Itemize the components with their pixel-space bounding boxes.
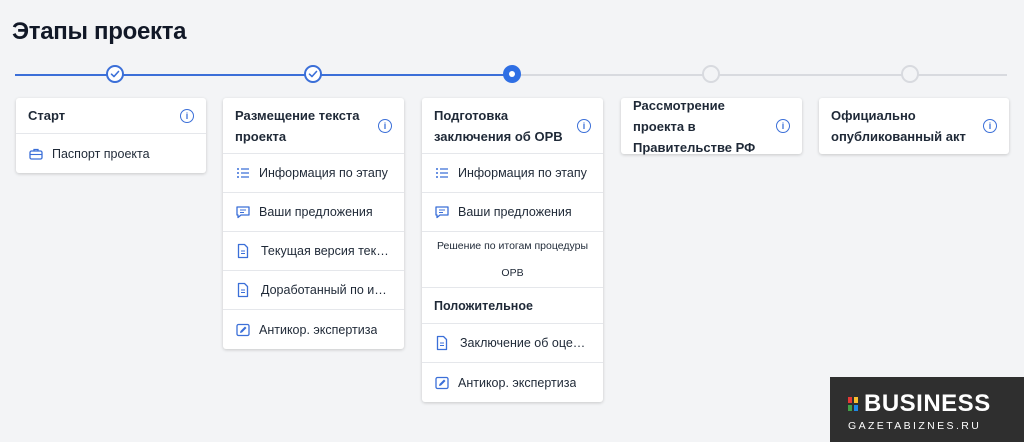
stage-item-passport[interactable]: Паспорт проекта [16, 134, 206, 173]
stage-item-proposals[interactable]: Ваши предложения [422, 193, 603, 232]
stage-card-header: Подготовка заключения об ОРВ i [422, 98, 603, 154]
timeline-node-published [901, 65, 919, 83]
stage-item-revised[interactable]: Доработанный по ито... [223, 271, 404, 310]
stage-card-header: Старт i [16, 98, 206, 134]
timeline-node-government [702, 65, 720, 83]
info-icon[interactable]: i [983, 119, 997, 133]
stage-item-assessment[interactable]: Заключение об оценк... [422, 324, 603, 363]
watermark-name: BUSINESS [864, 390, 991, 417]
stage-item-current-version[interactable]: Текущая версия текс... [223, 232, 404, 271]
stage-card-start: Старт i Паспорт проекта [16, 98, 206, 173]
stage-title: Рассмотрение проекта в Правительстве РФ [633, 97, 756, 155]
stage-item-anticorruption[interactable]: Антикор. экспертиза [422, 363, 603, 402]
document-icon [237, 243, 249, 259]
info-icon[interactable]: i [776, 119, 790, 133]
watermark-site: GAZETABIZNES.RU [848, 420, 982, 432]
stage-card-header: Официально опубликованный акт i [819, 98, 1009, 154]
check-icon [110, 70, 120, 78]
check-icon [308, 70, 318, 78]
edit-icon [236, 323, 250, 336]
document-icon [436, 335, 448, 351]
info-icon[interactable]: i [378, 118, 392, 133]
info-icon[interactable]: i [577, 118, 591, 133]
stage-card-orv: Подготовка заключения об ОРВ i Информаци… [422, 98, 603, 402]
briefcase-icon [29, 148, 43, 160]
document-icon [237, 282, 249, 298]
stage-item-anticorruption[interactable]: Антикор. экспертиза [223, 310, 404, 349]
stage-card-header: Рассмотрение проекта в Правительстве РФ … [621, 98, 802, 155]
edit-icon [435, 376, 449, 389]
stage-title: Размещение текста проекта [235, 107, 360, 144]
timeline-progress-line [15, 74, 513, 76]
timeline-node-text-placement [304, 65, 322, 83]
timeline-node-start [106, 65, 124, 83]
info-icon[interactable]: i [180, 108, 194, 123]
page-title: Этапы проекта [12, 18, 187, 45]
timeline-node-orv-current [503, 65, 521, 83]
list-icon [237, 168, 249, 178]
stage-title: Старт [28, 108, 66, 123]
stage-title: Официально опубликованный акт [831, 108, 966, 144]
watermark-logo: BUSINESS GAZETABIZNES.RU [830, 377, 1024, 442]
stage-card-text-placement: Размещение текста проекта i Информация п… [223, 98, 404, 349]
stage-card-published: Официально опубликованный акт i [819, 98, 1009, 154]
brand-mark-icon [848, 397, 858, 411]
stage-card-header: Размещение текста проекта i [223, 98, 404, 154]
stage-decision-value: Положительное [422, 288, 603, 324]
timeline-remaining-line [513, 74, 1007, 76]
stage-timeline [0, 60, 1024, 90]
stage-item-info[interactable]: Информация по этапу [422, 154, 603, 193]
stage-item-info[interactable]: Информация по этапу [223, 154, 404, 193]
comment-icon [236, 206, 250, 219]
comment-icon [435, 206, 449, 219]
stage-decision-label: Решение по итогам процедуры ОРВ [422, 232, 603, 288]
stage-item-proposals[interactable]: Ваши предложения [223, 193, 404, 232]
stage-title: Подготовка заключения об ОРВ [434, 107, 563, 144]
list-icon [436, 168, 448, 178]
stage-card-government: Рассмотрение проекта в Правительстве РФ … [621, 98, 802, 155]
